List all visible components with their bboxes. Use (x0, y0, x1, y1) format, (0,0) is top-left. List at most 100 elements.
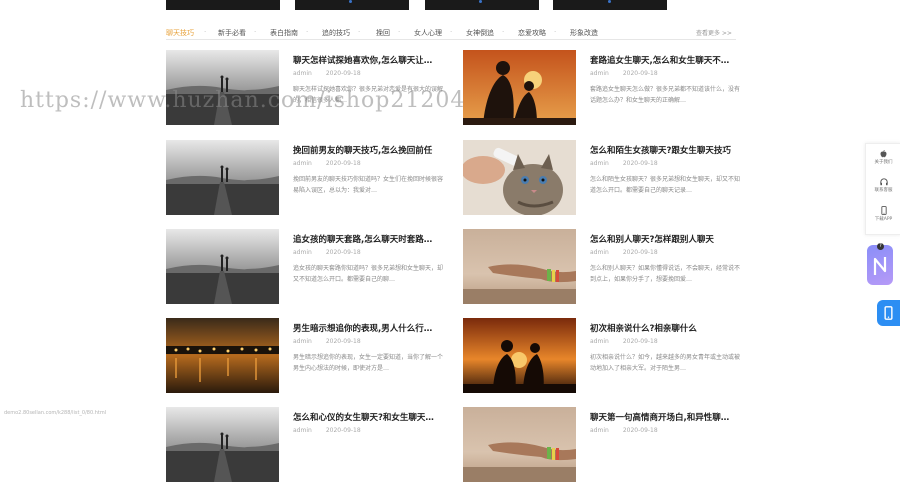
article-thumbnail[interactable] (463, 50, 576, 125)
article-date: 2020-09-18 (325, 70, 361, 77)
phone-contact-button[interactable] (877, 300, 900, 326)
article-thumbnail[interactable] (166, 229, 279, 304)
article-title[interactable]: 怎么和心仪的女生聊天?和女生聊天… (293, 411, 453, 423)
article-thumbnail[interactable] (166, 140, 279, 215)
floating-sidebar: 关于我们 联系客服 下载APP (865, 143, 900, 235)
article-card[interactable]: 挽回前男友的聊天技巧,怎么挽回前任 admin 2020-09-18 挽回前男友的聊天… (166, 140, 448, 218)
headset-icon (879, 178, 888, 186)
article-meta: admin 2020-09-18 (590, 338, 658, 345)
article-author: admin (590, 338, 609, 345)
article-thumbnail[interactable] (463, 140, 576, 215)
article-date: 2020-09-18 (622, 427, 658, 434)
article-title[interactable]: 套路追女生聊天,怎么和女生聊天不… (590, 54, 750, 66)
sidebar-item-support[interactable]: 联系客服 (866, 178, 900, 193)
article-title[interactable]: 聊天怎样试探她喜欢你,怎么聊天让… (293, 54, 453, 66)
article-date: 2020-09-18 (622, 338, 658, 345)
article-author: admin (293, 338, 312, 345)
article-title[interactable]: 初次相亲说什么?相亲聊什么 (590, 322, 750, 334)
article-title[interactable]: 男生暗示想追你的表现,男人什么行… (293, 322, 453, 334)
tab-separator: · (554, 28, 557, 36)
floating-assistant-button[interactable]: ? (867, 243, 893, 285)
article-meta: admin 2020-09-18 (590, 160, 658, 167)
article-meta: admin 2020-09-18 (293, 70, 361, 77)
tab-separator: · (358, 28, 361, 36)
article-thumbnail[interactable] (166, 407, 279, 482)
tab-item[interactable]: 挽回 (376, 28, 390, 38)
article-title[interactable]: 怎么和别人聊天?怎样跟别人聊天 (590, 233, 750, 245)
article-thumbnail[interactable] (463, 407, 576, 482)
article-card[interactable]: 怎么和心仪的女生聊天?和女生聊天… admin 2020-09-18 (166, 407, 448, 485)
article-thumbnail[interactable] (166, 318, 279, 393)
tab-item[interactable]: 恋爱攻略 (518, 28, 546, 38)
phone-icon (880, 206, 887, 215)
sidebar-item-app[interactable]: 下载APP (866, 206, 900, 222)
view-more-link[interactable]: 查看更多 >> (696, 28, 732, 37)
top-dot (349, 0, 352, 3)
article-excerpt: 挽回前男友的聊天技巧你知道吗？女生们在挽回时候很容易陷入误区，总以为：我爱对… (293, 176, 444, 194)
article-date: 2020-09-18 (622, 249, 658, 256)
article-thumbnail[interactable] (463, 318, 576, 393)
article-date: 2020-09-18 (622, 160, 658, 167)
article-title[interactable]: 聊天第一句高情商开场白,和异性聊… (590, 411, 750, 423)
tab-separator: · (204, 28, 207, 36)
article-author: admin (590, 160, 609, 167)
article-author: admin (293, 249, 312, 256)
article-meta: admin 2020-09-18 (590, 249, 658, 256)
tabs-divider (166, 39, 736, 40)
top-thumb-1[interactable] (166, 0, 280, 10)
article-excerpt: 初次相亲说什么？如今，越来越多的男女青年或主动或被动地加入了相亲大军。对于陌生男… (590, 354, 741, 372)
article-meta: admin 2020-09-18 (293, 427, 361, 434)
status-url: demo2.80sellan.com/k288/list_0/80.html (4, 410, 107, 416)
help-icon: ? (877, 243, 884, 250)
article-date: 2020-09-18 (325, 338, 361, 345)
tab-item[interactable]: 女人心理 (414, 28, 442, 38)
article-card[interactable]: 聊天第一句高情商开场白,和异性聊… admin 2020-09-18 (463, 407, 745, 485)
article-date: 2020-09-18 (325, 427, 361, 434)
article-excerpt: 男生暗示想追你的表现，女生一定要知道，当你了解一个男生内心想法的时候，即使对方是… (293, 354, 444, 372)
article-author: admin (590, 427, 609, 434)
article-author: admin (590, 70, 609, 77)
article-title[interactable]: 挽回前男友的聊天技巧,怎么挽回前任 (293, 144, 453, 156)
sidebar-item-label: 关于我们 (874, 160, 893, 165)
tab-item[interactable]: 聊天技巧 (166, 28, 194, 38)
article-title[interactable]: 追女孩的聊天套路,怎么聊天时套路… (293, 233, 453, 245)
article-thumbnail[interactable] (463, 229, 576, 304)
category-tabs: 聊天技巧 · 新手必看 · 表白指南 · 追的技巧 · 挽回 · 女人心理 · … (166, 26, 736, 40)
article-card[interactable]: 男生暗示想追你的表现,男人什么行… admin 2020-09-18 男生暗示想追你的… (166, 318, 448, 396)
article-card[interactable]: 怎么和别人聊天?怎样跟别人聊天 admin 2020-09-18 怎么和别人聊天？如果… (463, 229, 745, 307)
article-meta: admin 2020-09-18 (293, 160, 361, 167)
article-card[interactable]: 套路追女生聊天,怎么和女生聊天不… admin 2020-09-18 套路追女生聊天怎… (463, 50, 745, 128)
top-dot (479, 0, 482, 3)
tab-item[interactable]: 追的技巧 (322, 28, 350, 38)
article-excerpt: 怎么和陌生女孩聊天？很多兄弟想和女生聊天，却又不知道怎么开口。都需要自己的聊天记… (590, 176, 741, 194)
tab-separator: · (306, 28, 309, 36)
top-image-strip (0, 0, 900, 10)
tab-item[interactable]: 形象改造 (570, 28, 598, 38)
sidebar-item-label: 联系客服 (874, 188, 893, 193)
sidebar-item-label: 下载APP (874, 217, 893, 222)
article-date: 2020-09-18 (622, 70, 658, 77)
article-author: admin (293, 160, 312, 167)
tab-separator: · (254, 28, 257, 36)
top-thumb-2[interactable] (295, 0, 409, 10)
assistant-logo-icon (873, 257, 887, 275)
article-card[interactable]: 怎么和陌生女孩聊天?跟女生聊天技巧 admin 2020-09-18 怎么和陌生女孩聊… (463, 140, 745, 218)
article-card[interactable]: 追女孩的聊天套路,怎么聊天时套路… admin 2020-09-18 追女孩的聊天套路… (166, 229, 448, 307)
article-date: 2020-09-18 (325, 160, 361, 167)
article-excerpt: 追女孩的聊天套路你知道吗？很多兄弟想和女生聊天，却又不知道怎么开口。都需要自己的… (293, 265, 444, 283)
tab-item[interactable]: 新手必看 (218, 28, 246, 38)
top-dot (608, 0, 611, 3)
article-meta: admin 2020-09-18 (590, 70, 658, 77)
tab-item[interactable]: 表白指南 (270, 28, 298, 38)
sidebar-item-about[interactable]: 关于我们 (866, 150, 900, 165)
article-author: admin (590, 249, 609, 256)
article-card[interactable]: 初次相亲说什么?相亲聊什么 admin 2020-09-18 初次相亲说什么？如今，越… (463, 318, 745, 396)
article-meta: admin 2020-09-18 (293, 338, 361, 345)
watermark-text: https://www.huzhan.com/ishop21204 (20, 88, 466, 113)
article-excerpt: 怎么和别人聊天？如果你懂得说话，不会聊天，经常说不到点上，如果你分手了，想要挽回… (590, 265, 741, 283)
top-thumb-3[interactable] (425, 0, 539, 10)
tab-separator: · (502, 28, 505, 36)
article-excerpt: 套路追女生聊天怎么做？很多兄弟都不知道该什么，没有话题怎么办？和女生聊天的正确解… (590, 86, 741, 104)
tab-item[interactable]: 女神倒追 (466, 28, 494, 38)
article-title[interactable]: 怎么和陌生女孩聊天?跟女生聊天技巧 (590, 144, 750, 156)
